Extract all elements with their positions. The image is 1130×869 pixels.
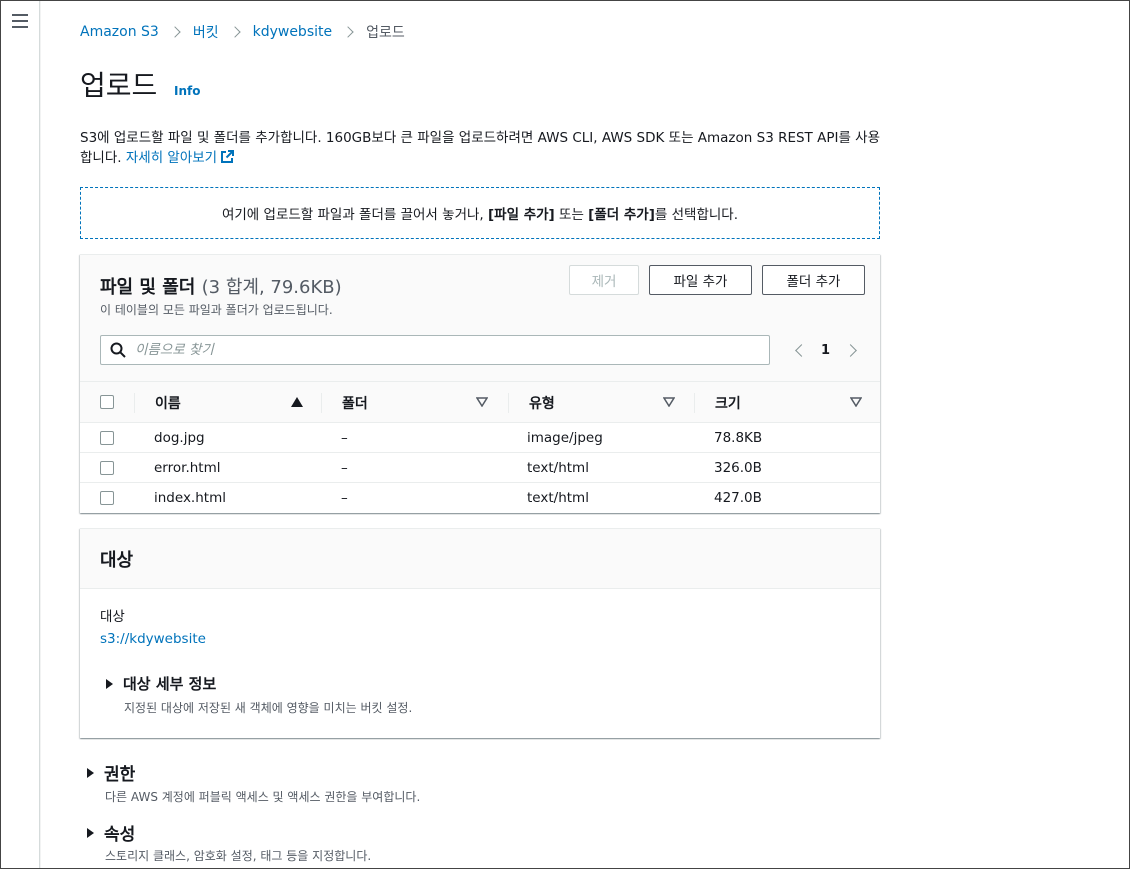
properties-title: 속성	[104, 825, 136, 845]
learn-more-link[interactable]: 자세히 알아보기	[125, 150, 235, 166]
dropzone-prefix: 여기에 업로드할 파일과 폴더를 끌어서 놓거나,	[221, 207, 488, 223]
chevron-right-icon	[342, 26, 354, 38]
remove-button[interactable]: 제거	[569, 265, 639, 295]
breadcrumb-current-upload: 업로드	[366, 25, 405, 41]
learn-more-label: 자세히 알아보기	[125, 150, 218, 166]
destination-label: 대상	[100, 609, 125, 625]
table-row[interactable]: error.html – text/html 326.0B	[80, 453, 880, 483]
navigation-rail	[0, 0, 40, 869]
sort-unsorted-icon	[850, 397, 862, 407]
dropzone-suffix: 를 선택합니다.	[654, 207, 739, 223]
add-files-button[interactable]: 파일 추가	[649, 265, 752, 295]
cell-name: dog.jpg	[154, 430, 205, 446]
dropzone-middle: 또는	[554, 207, 589, 223]
page-description: S3에 업로드할 파일 및 폴더를 추가합니다. 160GB보다 큰 파일을 업…	[80, 128, 890, 168]
cell-size: 78.8KB	[714, 430, 763, 446]
permissions-title: 권한	[104, 765, 136, 785]
column-header-folder[interactable]: 폴더	[342, 382, 488, 424]
row-checkbox[interactable]	[100, 491, 114, 505]
cell-name: index.html	[154, 490, 226, 506]
files-panel-subtitle: 이 테이블의 모든 파일과 폴더가 업로드됩니다.	[100, 303, 333, 317]
search-field[interactable]	[100, 335, 770, 365]
chevron-right-icon	[169, 26, 181, 38]
column-header-name[interactable]: 이름	[155, 382, 303, 424]
destination-bucket-link[interactable]: s3://kdywebsite	[100, 631, 206, 647]
cell-size: 427.0B	[714, 490, 762, 506]
cell-type: image/jpeg	[527, 430, 603, 446]
select-all-checkbox[interactable]	[100, 395, 114, 409]
column-divider	[694, 393, 695, 413]
files-and-folders-panel: 파일 및 폴더 (3 합계, 79.6KB) 이 테이블의 모든 파일과 폴더가…	[80, 254, 880, 513]
destination-panel-header: 대상	[80, 529, 880, 589]
files-title-text: 파일 및 폴더	[100, 277, 196, 298]
column-divider	[508, 393, 509, 413]
column-header-folder-label: 폴더	[342, 396, 368, 412]
breadcrumb-amazon-s3[interactable]: Amazon S3	[80, 24, 159, 40]
destination-panel-title: 대상	[100, 550, 134, 571]
column-header-type-label: 유형	[529, 396, 555, 412]
dropzone-text: 여기에 업로드할 파일과 폴더를 끌어서 놓거나, [파일 추가] 또는 [폴더…	[222, 203, 738, 223]
cell-type: text/html	[527, 460, 589, 476]
main-content: Amazon S3 버킷 kdywebsite 업로드 업로드 Info S3에…	[41, 0, 1129, 869]
hamburger-menu-icon[interactable]	[12, 14, 28, 28]
current-page-number[interactable]: 1	[821, 343, 830, 358]
files-panel-title: 파일 및 폴더 (3 합계, 79.6KB)	[100, 273, 342, 299]
column-header-size[interactable]: 크기	[715, 382, 862, 424]
search-icon	[110, 342, 126, 358]
destination-panel: 대상 대상 s3://kdywebsite 대상 세부 정보 지정된 대상에 저…	[80, 528, 880, 738]
pagination: 1	[788, 339, 863, 361]
row-checkbox[interactable]	[100, 431, 114, 445]
destination-details-expander[interactable]: 대상 세부 정보	[106, 673, 216, 694]
properties-description: 스토리지 클래스, 암호화 설정, 태그 등을 지정합니다.	[105, 849, 372, 863]
external-link-icon	[221, 150, 235, 163]
add-folder-button[interactable]: 폴더 추가	[762, 265, 865, 295]
cell-folder: –	[341, 460, 348, 476]
chevron-right-icon	[228, 26, 241, 38]
column-header-type[interactable]: 유형	[529, 382, 675, 424]
column-divider	[321, 393, 322, 413]
chevron-right-icon	[843, 343, 857, 357]
destination-details-title: 대상 세부 정보	[123, 675, 217, 693]
table-row[interactable]: index.html – text/html 427.0B	[80, 483, 880, 513]
cell-name: error.html	[154, 460, 221, 476]
caret-right-icon	[87, 827, 94, 838]
cell-type: text/html	[527, 490, 589, 506]
files-panel-header: 파일 및 폴더 (3 합계, 79.6KB) 이 테이블의 모든 파일과 폴더가…	[80, 255, 880, 381]
search-input[interactable]	[135, 342, 735, 358]
upload-dropzone[interactable]: 여기에 업로드할 파일과 폴더를 끌어서 놓거나, [파일 추가] 또는 [폴더…	[80, 187, 880, 239]
breadcrumb: Amazon S3 버킷 kdywebsite 업로드	[80, 22, 405, 42]
properties-expander[interactable]: 속성	[87, 820, 135, 845]
breadcrumb-bucket-name[interactable]: kdywebsite	[253, 24, 333, 40]
next-page-button[interactable]	[841, 339, 863, 361]
permissions-description: 다른 AWS 계정에 퍼블릭 액세스 및 액세스 권한을 부여합니다.	[105, 790, 421, 804]
chevron-left-icon	[794, 343, 808, 357]
caret-right-icon	[106, 678, 113, 689]
files-count: (3 합계, 79.6KB)	[201, 277, 342, 298]
dropzone-add-files: [파일 추가]	[488, 207, 555, 223]
breadcrumb-buckets[interactable]: 버킷	[193, 22, 219, 42]
cell-folder: –	[341, 430, 348, 446]
column-divider	[134, 393, 135, 413]
column-header-name-label: 이름	[155, 396, 181, 412]
info-link[interactable]: Info	[174, 84, 200, 98]
sort-unsorted-icon	[663, 397, 675, 407]
sort-ascending-icon	[291, 397, 303, 407]
sort-unsorted-icon	[476, 397, 488, 407]
page-title: 업로드	[80, 69, 158, 102]
destination-details-description: 지정된 대상에 저장된 새 객체에 영향을 미치는 버킷 설정.	[124, 701, 413, 715]
table-row[interactable]: dog.jpg – image/jpeg 78.8KB	[80, 423, 880, 453]
permissions-expander[interactable]: 권한	[87, 760, 135, 785]
column-header-size-label: 크기	[715, 396, 741, 412]
caret-right-icon	[87, 767, 94, 778]
cell-folder: –	[341, 490, 348, 506]
table-header: 이름 폴더 유형 크기	[80, 381, 880, 423]
previous-page-button[interactable]	[788, 339, 810, 361]
row-checkbox[interactable]	[100, 461, 114, 475]
cell-size: 326.0B	[714, 460, 762, 476]
dropzone-add-folder: [폴더 추가]	[588, 207, 655, 223]
